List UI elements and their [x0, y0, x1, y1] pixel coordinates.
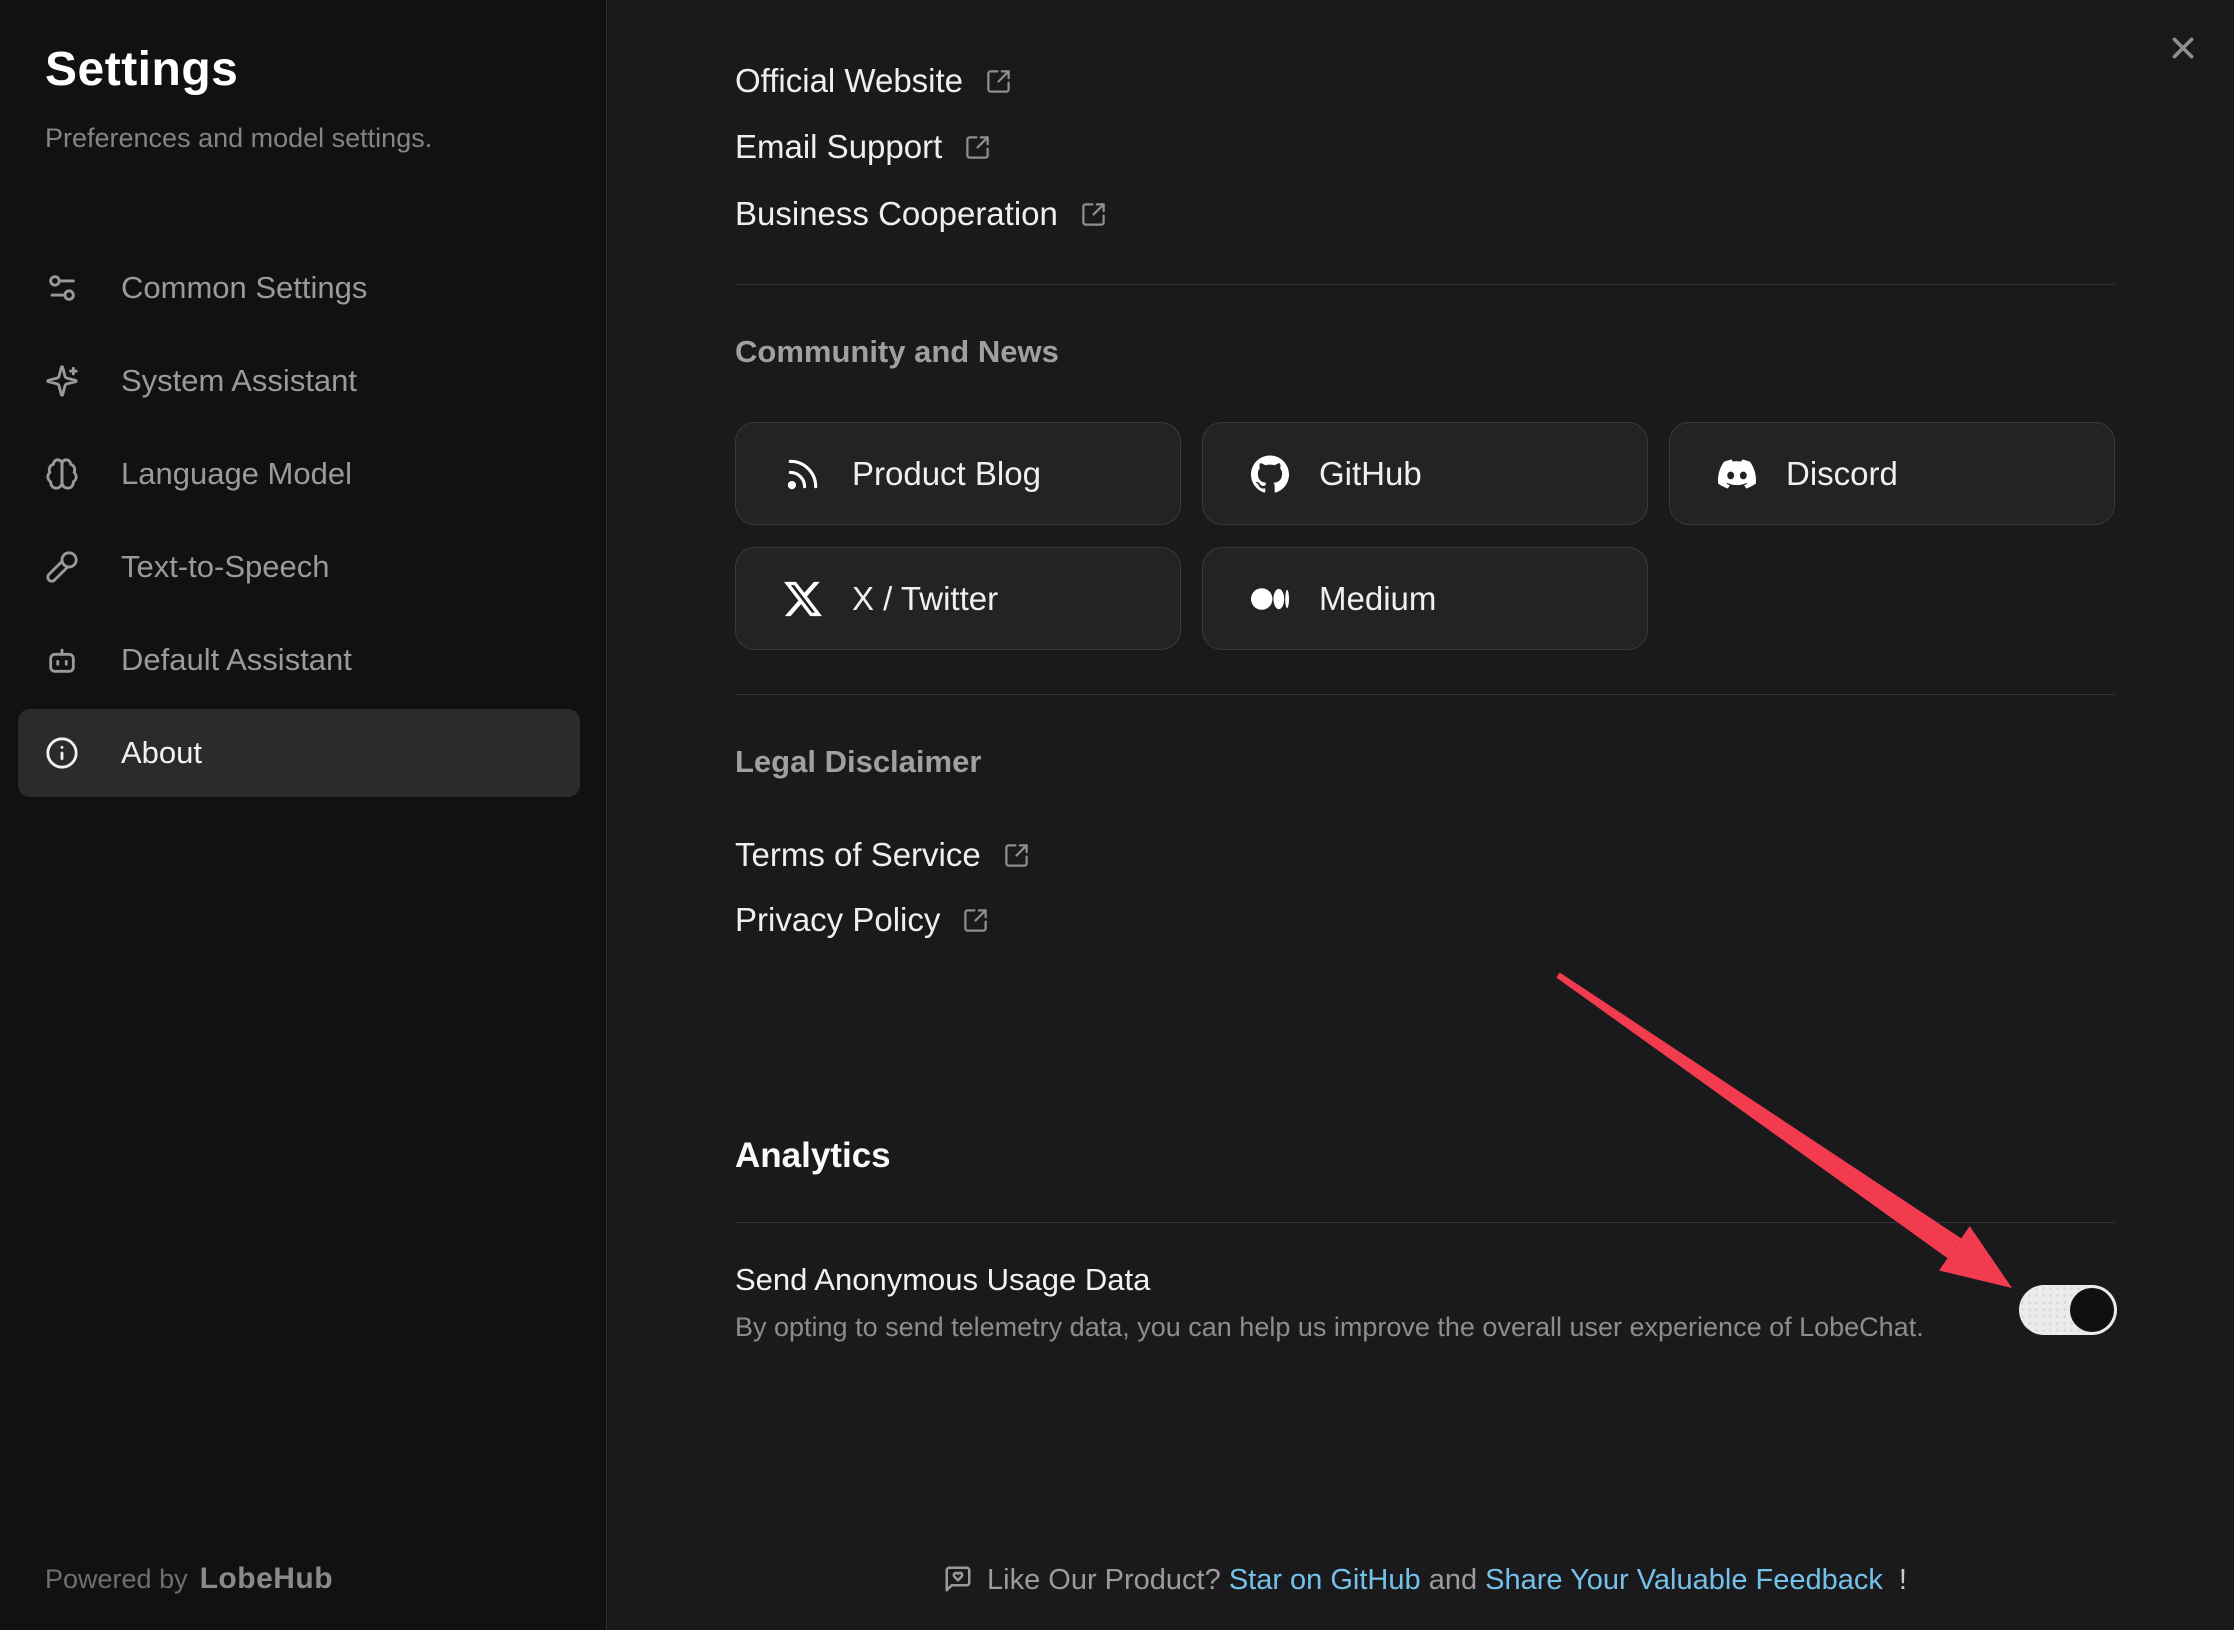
- community-heading: Community and News: [735, 332, 1059, 372]
- sidebar-item-label: Text-to-Speech: [121, 549, 330, 585]
- link-label: Terms of Service: [735, 836, 981, 874]
- page-title: Settings: [45, 42, 561, 97]
- powered-by: Powered by LobeHub: [45, 1562, 333, 1596]
- link-label: Official Website: [735, 62, 963, 100]
- sidebar-item-default-assistant[interactable]: Default Assistant: [18, 616, 580, 704]
- sparkles-icon: [45, 364, 79, 398]
- lobehub-brand[interactable]: LobeHub: [200, 1562, 333, 1595]
- business-cooperation-link[interactable]: Business Cooperation: [735, 191, 1107, 237]
- medium-icon: [1251, 580, 1289, 618]
- legal-heading: Legal Disclaimer: [735, 742, 981, 782]
- external-link-icon: [1080, 201, 1107, 228]
- section-divider: [735, 284, 2115, 285]
- sidebar-item-label: Common Settings: [121, 270, 367, 306]
- usage-data-toggle[interactable]: [2019, 1285, 2117, 1335]
- discord-icon: [1718, 455, 1756, 493]
- sidebar-item-label: Language Model: [121, 456, 352, 492]
- discord-button[interactable]: Discord: [1669, 422, 2115, 525]
- link-label: Privacy Policy: [735, 901, 940, 939]
- rss-icon: [784, 455, 822, 493]
- community-buttons-row-2: X / Twitter Medium: [735, 547, 1648, 650]
- bot-icon: [45, 643, 79, 677]
- github-button[interactable]: GitHub: [1202, 422, 1648, 525]
- contact-us-heading: Contact Us: [735, 0, 899, 6]
- official-website-link[interactable]: Official Website: [735, 58, 1012, 104]
- button-label: GitHub: [1319, 455, 1422, 493]
- email-support-link[interactable]: Email Support: [735, 124, 991, 170]
- x-twitter-button[interactable]: X / Twitter: [735, 547, 1181, 650]
- community-buttons-row-1: Product Blog GitHub Discord: [735, 422, 2115, 525]
- powered-by-text: Powered by: [45, 1564, 188, 1594]
- link-label: Email Support: [735, 128, 942, 166]
- sidebar-item-text-to-speech[interactable]: Text-to-Speech: [18, 523, 580, 611]
- share-feedback-link[interactable]: Share Your Valuable Feedback: [1485, 1564, 1883, 1596]
- usage-data-description: By opting to send telemetry data, you ca…: [735, 1308, 1924, 1346]
- about-content: Contact Us Official Website Email Suppor…: [735, 0, 2115, 1630]
- privacy-policy-link[interactable]: Privacy Policy: [735, 897, 989, 943]
- button-label: Discord: [1786, 455, 1898, 493]
- feedback-footer: Like Our Product? Star on GitHub and Sha…: [735, 1560, 2115, 1600]
- external-link-icon: [964, 134, 991, 161]
- sidebar-nav: Common Settings System Assistant Languag…: [18, 244, 580, 802]
- medium-button[interactable]: Medium: [1202, 547, 1648, 650]
- message-heart-icon: [943, 1564, 973, 1594]
- sidebar-item-label: System Assistant: [121, 363, 357, 399]
- usage-data-title: Send Anonymous Usage Data: [735, 1259, 1150, 1301]
- page-subtitle: Preferences and model settings.: [45, 123, 561, 154]
- sidebar-item-common-settings[interactable]: Common Settings: [18, 244, 580, 332]
- external-link-icon: [962, 907, 989, 934]
- sidebar-item-about[interactable]: About: [18, 709, 580, 797]
- section-divider: [735, 694, 2115, 695]
- mic-icon: [45, 550, 79, 584]
- info-icon: [45, 736, 79, 770]
- toggle-knob: [2070, 1288, 2114, 1332]
- product-blog-button[interactable]: Product Blog: [735, 422, 1181, 525]
- sidebar-item-system-assistant[interactable]: System Assistant: [18, 337, 580, 425]
- sidebar-item-language-model[interactable]: Language Model: [18, 430, 580, 518]
- external-link-icon: [985, 68, 1012, 95]
- sidebar-item-label: Default Assistant: [121, 642, 352, 678]
- analytics-heading: Analytics: [735, 1134, 891, 1178]
- close-button[interactable]: [2160, 25, 2206, 71]
- button-label: Product Blog: [852, 455, 1041, 493]
- button-label: Medium: [1319, 580, 1436, 618]
- sidebar: Settings Preferences and model settings.…: [0, 0, 607, 1630]
- close-icon: [2160, 25, 2206, 71]
- about-panel: Contact Us Official Website Email Suppor…: [608, 0, 2234, 1630]
- brain-icon: [45, 457, 79, 491]
- button-label: X / Twitter: [852, 580, 998, 618]
- section-divider: [735, 1222, 2115, 1223]
- github-icon: [1251, 455, 1289, 493]
- link-label: Business Cooperation: [735, 195, 1058, 233]
- sliders-icon: [45, 271, 79, 305]
- footer-text: Like Our Product?: [987, 1564, 1221, 1596]
- terms-of-service-link[interactable]: Terms of Service: [735, 832, 1030, 878]
- sidebar-item-label: About: [121, 735, 202, 771]
- settings-page: Settings Preferences and model settings.…: [0, 0, 2234, 1630]
- star-on-github-link[interactable]: Star on GitHub: [1229, 1564, 1421, 1596]
- footer-text: and: [1429, 1564, 1477, 1596]
- footer-text: !: [1899, 1564, 1907, 1596]
- x-logo-icon: [784, 580, 822, 618]
- external-link-icon: [1003, 842, 1030, 869]
